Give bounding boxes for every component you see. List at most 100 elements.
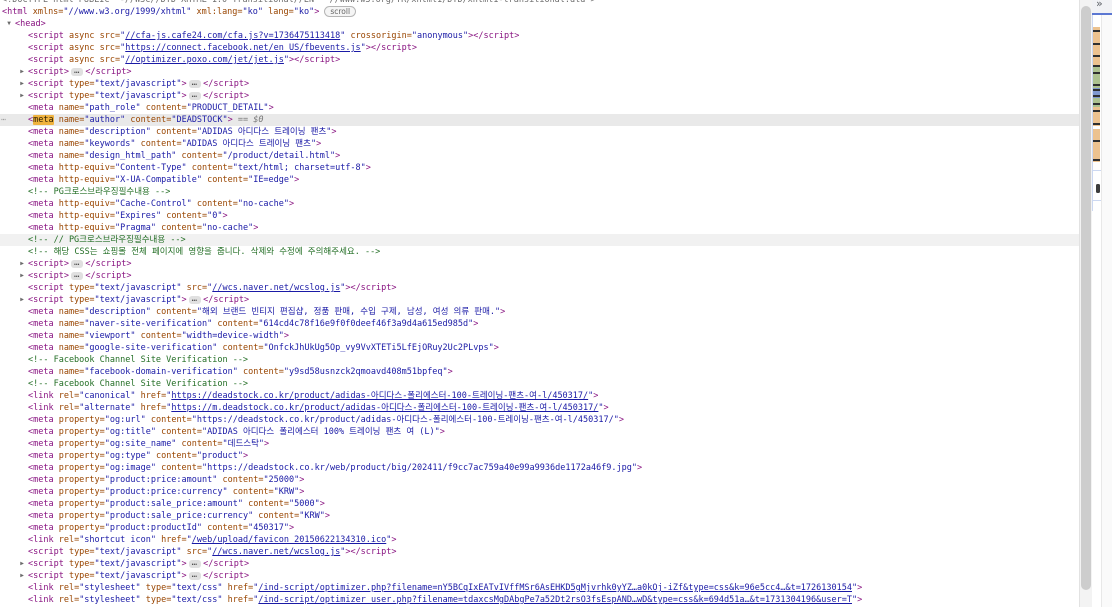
dom-tree-row[interactable]: ⋯<meta name="author" content="DEADSTOCK"… [0,114,1081,126]
scroll-marker-tick[interactable] [1093,43,1100,45]
collapsed-content-button[interactable]: … [189,560,201,568]
collapsed-content-button[interactable]: … [189,572,201,580]
attribute-link[interactable]: https://deadstock.co.kr/product/adidas-아… [171,391,588,401]
attribute-link[interactable]: /ind-script/optimizer.php?filename=nY5BC… [258,583,852,593]
dom-tree[interactable]: <!DOCTYPE html PUBLIC "-//W3C//DTD XHTML… [0,0,1081,606]
dom-tree-row[interactable]: ▶<script>…</script> [0,258,1081,270]
scroll-marker-tick[interactable] [1093,65,1100,67]
attribute-link[interactable]: /ind-script/optimizer_user.php?filename=… [258,595,852,605]
attribute-link[interactable]: https://connect.facebook.net/en_US/fbeve… [125,43,360,53]
scroll-marker-tick[interactable] [1093,72,1100,74]
scroll-marker-tick[interactable] [1093,89,1100,91]
dom-tree-row[interactable]: <meta property="product:sale_price:amoun… [0,498,1081,510]
dom-tree-row[interactable]: <script type="text/javascript" src="//wc… [0,282,1081,294]
expand-arrow-right-icon[interactable]: ▶ [17,78,27,90]
dom-tree-row[interactable]: <meta property="og:url" content="https:/… [0,414,1081,426]
dom-tree-row[interactable]: <meta name="viewport" content="width=dev… [0,330,1081,342]
dom-tree-row[interactable]: ▶<script type="text/javascript">…</scrip… [0,78,1081,90]
dom-tree-row[interactable]: <link rel="alternate" href="https://m.de… [0,402,1081,414]
expand-arrow-right-icon[interactable]: ▶ [17,258,27,270]
dom-tree-row[interactable]: <meta http-equiv="Pragma" content="no-ca… [0,222,1081,234]
dom-tree-row[interactable]: <script async src="//cfa-js.cafe24.com/c… [0,30,1081,42]
dom-tree-row[interactable]: <meta http-equiv="Expires" content="0"> [0,210,1081,222]
dom-tree-row[interactable]: <link rel="stylesheet" type="text/css" h… [0,594,1081,606]
dom-tree-row[interactable]: <meta name="google-site-verification" co… [0,342,1081,354]
dom-tree-row[interactable]: <!-- // PG크로스브라우징필수내용 --> [0,234,1081,246]
expand-arrow-down-icon[interactable]: ▼ [4,18,14,30]
dom-tree-row[interactable]: <meta property="og:site_name" content="데… [0,438,1081,450]
dom-tree-row[interactable]: <!-- Facebook Channel Site Verification … [0,378,1081,390]
expand-arrow-right-icon[interactable]: ▶ [17,558,27,570]
scroll-badge[interactable]: scroll [324,6,356,17]
dom-tree-row[interactable]: <script async src="//optimizer.poxo.com/… [0,54,1081,66]
dom-tree-row[interactable]: <meta http-equiv="Content-Type" content=… [0,162,1081,174]
attribute-link[interactable]: //wcs.naver.net/wcslog.js [212,283,340,293]
scroll-marker-tick[interactable] [1093,95,1100,97]
dom-tree-row[interactable]: <meta property="og:image" content="https… [0,462,1081,474]
scroll-marker-tick[interactable] [1093,103,1100,105]
dom-tree-row[interactable]: ▶<script type="text/javascript">…</scrip… [0,294,1081,306]
attribute-link[interactable]: //cfa-js.cafe24.com/cfa.js?v=17364751134… [125,31,340,41]
dom-tree-row[interactable]: <meta property="product:price:amount" co… [0,474,1081,486]
tag-token: <script [28,43,64,53]
scroll-marker-tick[interactable] [1093,159,1100,161]
dom-tree-row[interactable]: <link rel="shortcut icon" href="/web/upl… [0,534,1081,546]
scroll-marker-block[interactable] [1093,27,1100,67]
dom-tree-row[interactable]: <meta property="og:title" content="ADIDA… [0,426,1081,438]
expand-arrow-right-icon[interactable]: ▶ [17,66,27,78]
dom-tree-row[interactable]: <meta name="keywords" content="ADIDAS 아디… [0,138,1081,150]
expand-arrow-right-icon[interactable]: ▶ [17,570,27,582]
attribute-link[interactable]: //optimizer.poxo.com/jet/jet.js [125,55,284,65]
dom-tree-row[interactable]: <meta property="og:type" content="produc… [0,450,1081,462]
expand-arrow-right-icon[interactable]: ▶ [17,90,27,102]
attribute-link[interactable]: https://m.deadstock.co.kr/product/adidas… [171,403,598,413]
dom-tree-row[interactable]: ▶<script type="text/javascript">…</scrip… [0,570,1081,582]
scroll-marker-block[interactable] [1093,129,1100,162]
dom-tree-row[interactable]: ▶<script type="text/javascript">…</scrip… [0,90,1081,102]
dom-tree-row[interactable]: <!-- Facebook Channel Site Verification … [0,354,1081,366]
scroll-marker-tick[interactable] [1093,110,1100,112]
collapsed-content-button[interactable]: … [71,272,83,280]
more-tabs-icon[interactable]: » [1096,0,1103,10]
scroll-marker-tick[interactable] [1093,123,1100,125]
scroll-marker-tick[interactable] [1093,55,1100,57]
dom-tree-row[interactable]: ▶<script>…</script> [0,66,1081,78]
scroll-marker-tick[interactable] [1093,84,1100,86]
dom-tree-row[interactable]: <meta http-equiv="Cache-Control" content… [0,198,1081,210]
scroll-marker-tick[interactable] [1093,30,1100,32]
dom-tree-row[interactable]: <meta http-equiv="X-UA-Compatible" conte… [0,174,1081,186]
vertical-scrollbar[interactable] [1079,0,1092,607]
dom-tree-row[interactable]: <!-- 해당 CSS는 쇼핑몰 전체 페이지에 영향을 줍니다. 삭제와 수정… [0,246,1081,258]
dom-tree-row[interactable]: <meta name="facebook-domain-verification… [0,366,1081,378]
expand-arrow-right-icon[interactable]: ▶ [17,294,27,306]
tag-token: <meta [28,511,54,521]
dom-tree-row[interactable]: <meta property="product:price:currency" … [0,486,1081,498]
dom-tree-row[interactable]: <link rel="stylesheet" type="text/css" h… [0,582,1081,594]
dom-tree-row[interactable]: <meta name="description" content="ADIDAS… [0,126,1081,138]
attribute-link[interactable]: //wcs.naver.net/wcslog.js [212,547,340,557]
dom-tree-row[interactable]: <meta name="path_role" content="PRODUCT_… [0,102,1081,114]
collapsed-content-button[interactable]: … [189,92,201,100]
collapsed-content-button[interactable]: … [71,260,83,268]
dom-tree-row[interactable]: <script async src="https://connect.faceb… [0,42,1081,54]
expand-arrow-right-icon[interactable]: ▶ [17,270,27,282]
dom-tree-row[interactable]: ▶<script>…</script> [0,270,1081,282]
dom-tree-row[interactable]: <script type="text/javascript" src="//wc… [0,546,1081,558]
dom-tree-row[interactable]: ▼<head> [0,18,1081,30]
collapsed-content-button[interactable]: … [189,296,201,304]
attribute-link[interactable]: /web/upload/favicon_20150622134310.ico [192,535,386,545]
collapsed-content-button[interactable]: … [71,68,83,76]
dom-tree-row[interactable]: <meta name="design_html_path" content="/… [0,150,1081,162]
collapsed-content-button[interactable]: … [189,80,201,88]
dom-tree-row[interactable]: <meta name="description" content="해외 브랜드… [0,306,1081,318]
dom-tree-row[interactable]: ▶<script type="text/javascript">…</scrip… [0,558,1081,570]
scrollbar-thumb[interactable] [1081,6,1091,590]
dom-tree-row[interactable]: <meta property="product:productId" conte… [0,522,1081,534]
dom-tree-row[interactable]: <meta name="naver-site-verification" con… [0,318,1081,330]
dom-tree-row[interactable]: <!-- PG크로스브라우징필수내용 --> [0,186,1081,198]
dom-tree-row[interactable]: <html xmlns="//www.w3.org/1999/xhtml" xm… [0,6,1081,18]
dom-tree-row[interactable]: <link rel="canonical" href="https://dead… [0,390,1081,402]
scroll-marker-tick[interactable] [1093,140,1100,142]
dom-tree-row[interactable]: <meta property="product:sale_price:curre… [0,510,1081,522]
row-menu-dots-icon[interactable]: ⋯ [1,114,5,126]
